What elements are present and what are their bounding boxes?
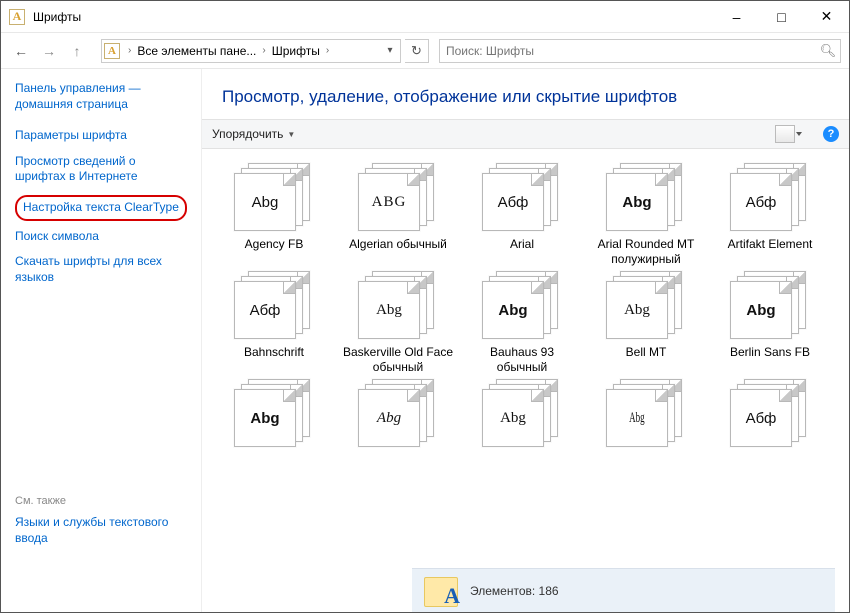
chevron-right-icon[interactable]: › — [258, 45, 269, 56]
font-label: Artifakt Element — [728, 237, 813, 267]
sidebar: Панель управления — домашняя страница Па… — [1, 69, 201, 612]
font-item[interactable]: Abg — [588, 379, 704, 483]
font-label: Berlin Sans FB — [730, 345, 810, 375]
sidebar-link[interactable]: Просмотр сведений о шрифтах в Интернете — [15, 154, 187, 185]
font-thumbnail: Абф — [730, 163, 810, 233]
font-thumbnail: Абф — [730, 379, 810, 449]
font-sample: Абф — [746, 410, 777, 427]
font-thumbnail: Абф — [482, 163, 562, 233]
font-sample: Абф — [250, 302, 281, 319]
search-input[interactable] — [440, 44, 816, 58]
font-item[interactable]: Абф Bahnschrift — [216, 271, 332, 375]
main-area: Просмотр, удаление, отображение или скры… — [201, 69, 849, 612]
font-label: Arial — [510, 237, 534, 267]
font-label: Arial Rounded MT полужирный — [590, 237, 702, 267]
font-label: Baskerville Old Face обычный — [342, 345, 454, 375]
font-item[interactable]: Abg Arial Rounded MT полужирный — [588, 163, 704, 267]
font-thumbnail: Abg — [234, 379, 314, 449]
font-sample: Abg — [250, 410, 279, 427]
organize-menu[interactable]: Упорядочить ▼ — [212, 127, 295, 141]
titlebar: A Шрифты – □ ✕ — [1, 1, 849, 33]
app-icon: A — [9, 9, 25, 25]
font-label: Algerian обычный — [349, 237, 447, 267]
breadcrumb-current[interactable]: Шрифты — [270, 44, 322, 58]
font-item[interactable]: Abg Berlin Sans FB — [712, 271, 828, 375]
refresh-button[interactable]: ↻ — [405, 39, 429, 63]
font-item[interactable]: Абф — [712, 379, 828, 483]
font-thumbnail: Abg — [606, 163, 686, 233]
font-label: Agency FB — [245, 237, 304, 267]
help-button[interactable]: ? — [823, 126, 839, 142]
sidebar-see-also-link[interactable]: Языки и службы текстового ввода — [15, 515, 187, 546]
font-thumbnail: Абф — [234, 271, 314, 341]
folder-icon: A — [424, 575, 458, 607]
back-button[interactable]: ← — [9, 39, 33, 63]
font-item[interactable]: Abg — [340, 379, 456, 483]
font-thumbnail: Abg — [606, 379, 686, 449]
font-item[interactable]: Abg — [216, 379, 332, 483]
font-sample: Abg — [498, 302, 527, 319]
close-button[interactable]: ✕ — [804, 1, 849, 33]
font-thumbnail: Abg — [482, 379, 562, 449]
font-thumbnail: Abg — [358, 379, 438, 449]
font-label: Bauhaus 93 обычный — [466, 345, 578, 375]
maximize-button[interactable]: □ — [759, 1, 804, 33]
font-thumbnail: ABG — [358, 163, 438, 233]
font-thumbnail: Abg — [358, 271, 438, 341]
font-item[interactable]: Abg Bauhaus 93 обычный — [464, 271, 580, 375]
chevron-right-icon[interactable]: › — [124, 45, 135, 56]
font-sample: Abg — [500, 410, 526, 427]
sidebar-link[interactable]: Параметры шрифта — [15, 128, 187, 144]
navbar: ← → ↑ A › Все элементы пане... › Шрифты … — [1, 33, 849, 69]
font-thumbnail: Abg — [730, 271, 810, 341]
font-item[interactable]: Abg Bell MT — [588, 271, 704, 375]
font-item[interactable]: Абф Arial — [464, 163, 580, 267]
up-button[interactable]: ↑ — [65, 39, 89, 63]
status-text: Элементов: 186 — [470, 584, 559, 598]
font-sample: Abg — [252, 194, 279, 211]
sidebar-link[interactable]: Скачать шрифты для всех языков — [15, 254, 187, 285]
sidebar-link[interactable]: Настройка текста ClearType — [15, 195, 187, 221]
font-item[interactable]: ABG Algerian обычный — [340, 163, 456, 267]
font-label: Bell MT — [626, 345, 667, 375]
sidebar-home[interactable]: Панель управления — домашняя страница — [15, 81, 187, 112]
search-icon[interactable]: 🔍︎ — [816, 43, 840, 59]
font-sample: Abg — [746, 302, 775, 319]
see-also-label: См. также — [15, 495, 187, 507]
font-item[interactable]: Abg — [464, 379, 580, 483]
font-sample: Abg — [622, 194, 651, 211]
font-thumbnail: Abg — [606, 271, 686, 341]
sidebar-link[interactable]: Поиск символа — [15, 229, 187, 245]
location-icon: A — [104, 43, 120, 59]
font-list[interactable]: Abg Agency FB ABG Algerian обычный Абф Arial A… — [202, 149, 849, 612]
minimize-button[interactable]: – — [714, 1, 759, 33]
font-sample: Абф — [498, 194, 529, 211]
font-sample: Abg — [377, 410, 401, 427]
font-sample: Abg — [376, 302, 402, 319]
toolbar: Упорядочить ▼ ? — [202, 119, 849, 149]
window-title: Шрифты — [33, 10, 81, 24]
view-button[interactable] — [775, 125, 795, 143]
font-thumbnail: Abg — [234, 163, 314, 233]
page-title: Просмотр, удаление, отображение или скры… — [222, 87, 829, 107]
chevron-down-icon: ▼ — [287, 130, 295, 139]
font-item[interactable]: Abg Agency FB — [216, 163, 332, 267]
font-thumbnail: Abg — [482, 271, 562, 341]
font-item[interactable]: Abg Baskerville Old Face обычный — [340, 271, 456, 375]
breadcrumb[interactable]: A › Все элементы пане... › Шрифты › ▾ — [101, 39, 401, 63]
statusbar: A Элементов: 186 — [412, 568, 835, 612]
font-label: Bahnschrift — [244, 345, 304, 375]
font-sample: Abg — [624, 302, 650, 319]
breadcrumb-dropdown[interactable]: ▾ — [380, 45, 400, 56]
forward-button[interactable]: → — [37, 39, 61, 63]
breadcrumb-root[interactable]: Все элементы пане... — [135, 44, 258, 58]
chevron-right-icon[interactable]: › — [322, 45, 333, 56]
font-item[interactable]: Абф Artifakt Element — [712, 163, 828, 267]
font-sample: ABG — [372, 194, 407, 211]
search-box[interactable]: 🔍︎ — [439, 39, 841, 63]
font-sample: Абф — [746, 194, 777, 211]
font-sample: Abg — [629, 410, 645, 427]
